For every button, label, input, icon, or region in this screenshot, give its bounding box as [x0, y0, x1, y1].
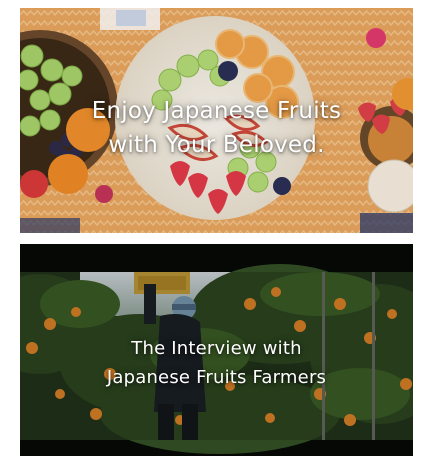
caption-line-1: The Interview with: [131, 338, 302, 359]
caption-line-1: Enjoy Japanese Fruits: [91, 98, 342, 124]
card-caption: Enjoy Japanese Fruits with Your Beloved.: [20, 94, 413, 162]
caption-line-2: with Your Beloved.: [108, 132, 325, 158]
promo-card-fruits[interactable]: Enjoy Japanese Fruits with Your Beloved.: [20, 8, 413, 233]
promo-card-interview[interactable]: The Interview with Japanese Fruits Farme…: [20, 244, 413, 456]
caption-line-2: Japanese Fruits Farmers: [106, 367, 327, 388]
card-caption: The Interview with Japanese Fruits Farme…: [20, 334, 413, 392]
